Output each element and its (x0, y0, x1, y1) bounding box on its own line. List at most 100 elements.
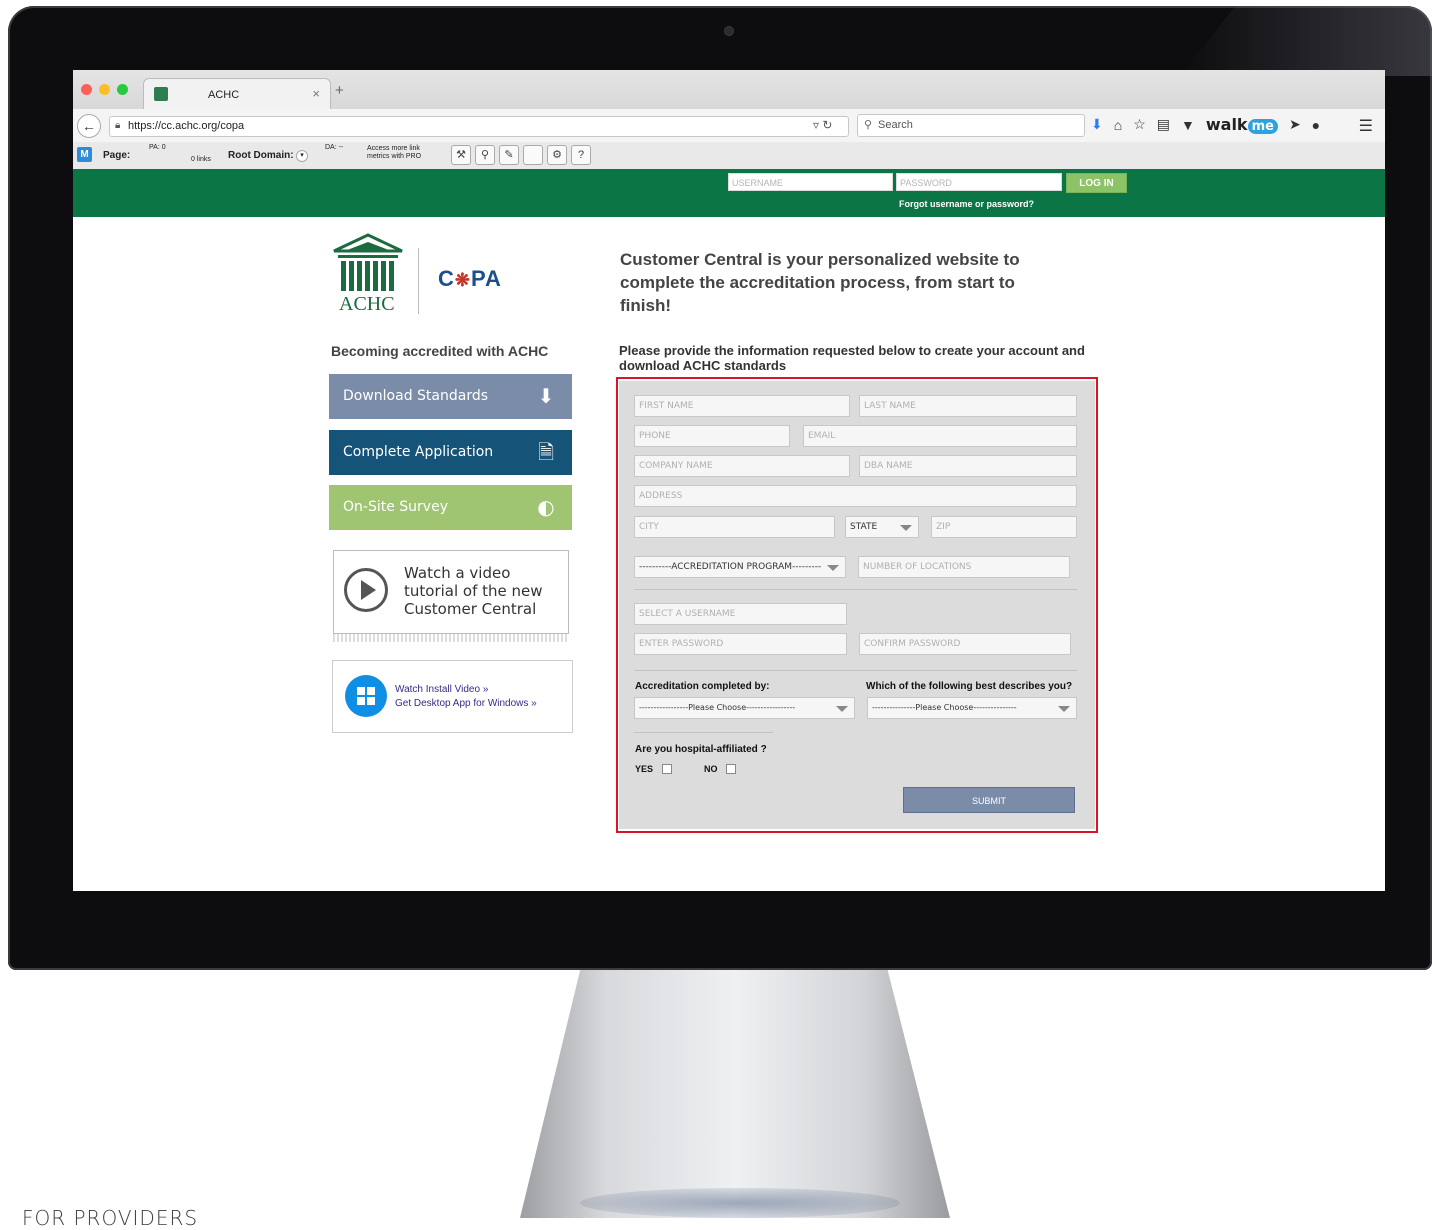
browser-tab-bar: ACHC × + (73, 70, 1385, 110)
magnifier-icon[interactable]: ⚲ (475, 145, 495, 165)
password-field[interactable]: ENTER PASSWORD (634, 633, 847, 655)
forgot-password-link[interactable]: Forgot username or password? (899, 199, 1034, 209)
state-select[interactable]: STATE (845, 516, 919, 538)
zip-field[interactable]: ZIP (931, 516, 1077, 538)
moz-pa-value: PA: 0 (149, 144, 166, 151)
city-field[interactable]: CITY (634, 516, 835, 538)
blank-tool-icon[interactable] (523, 145, 543, 165)
new-tab-button[interactable]: + (335, 82, 344, 99)
send-icon[interactable]: ➤ (1289, 116, 1301, 133)
hamburger-menu-icon[interactable]: ☰ (1359, 116, 1373, 136)
chevron-down-icon[interactable]: ▾ (296, 150, 308, 162)
video-tutorial-card[interactable]: Watch a video tutorial of the new Custom… (333, 550, 569, 634)
achc-logo-text: ACHC (339, 293, 395, 315)
pencil-icon[interactable]: ✎ (499, 145, 519, 165)
site-header: USERNAME PASSWORD LOG IN Forgot username… (73, 169, 1385, 217)
company-name-field[interactable]: COMPANY NAME (634, 455, 850, 477)
browser-toolbar-icons: ⬇ ⌂ ☆ ▤ ▼ walk me ➤ ● (1091, 115, 1320, 134)
install-video-link[interactable]: Watch Install Video » (395, 683, 537, 697)
search-placeholder: Search (878, 119, 913, 131)
stand-shadow (580, 1188, 900, 1218)
no-label: NO (704, 764, 718, 774)
login-button[interactable]: LOG IN (1066, 173, 1127, 193)
desktop-app-link[interactable]: Get Desktop App for Windows » (395, 697, 537, 711)
footer-caption: FOR PROVIDERS (22, 1206, 199, 1230)
confirm-password-field[interactable]: CONFIRM PASSWORD (859, 633, 1071, 655)
tagline: Customer Central is your personalized we… (620, 250, 1020, 315)
browser-search-input[interactable]: ⚲ Search (857, 114, 1085, 137)
reading-list-icon[interactable]: ▤ (1157, 116, 1170, 133)
pocket-icon[interactable]: ▼ (1181, 117, 1195, 133)
complete-application-button[interactable]: Complete Application 🗎︎ (329, 430, 572, 475)
yes-checkbox[interactable] (662, 764, 672, 774)
tab-title: ACHC (208, 89, 240, 101)
tab-achc[interactable]: ACHC × (143, 78, 331, 110)
chevron-down-icon (900, 525, 912, 531)
username-input[interactable]: USERNAME (728, 173, 893, 191)
describes-you-select[interactable]: ---------------Please Choose------------… (867, 697, 1077, 719)
help-icon[interactable]: ? (571, 145, 591, 165)
install-links: Watch Install Video » Get Desktop App fo… (395, 683, 537, 711)
last-name-field[interactable]: LAST NAME (859, 395, 1077, 417)
moz-links-value: 0 links (191, 156, 211, 163)
search-icon: ⚲ (864, 119, 873, 131)
star-icon[interactable]: ☆ (1133, 116, 1146, 133)
back-arrow-icon[interactable]: ← (77, 114, 101, 138)
play-icon (344, 568, 388, 612)
form-divider (634, 732, 773, 733)
address-field[interactable]: ADDRESS (634, 485, 1077, 507)
phone-field[interactable]: PHONE (634, 425, 790, 447)
video-tutorial-text: Watch a video tutorial of the new Custom… (404, 564, 543, 618)
download-standards-button[interactable]: Download Standards ⬇ (329, 374, 572, 419)
chat-icon[interactable]: ● (1312, 117, 1320, 133)
email-field[interactable]: EMAIL (803, 425, 1077, 447)
minimize-window-button[interactable] (99, 84, 110, 95)
address-bar[interactable]: 🔒︎ https://cc.achc.org/copa (109, 116, 849, 137)
copa-dots-icon: ❋ (454, 270, 471, 290)
survey-circle-icon: ◐ (537, 495, 555, 519)
lock-icon: 🔒︎ (115, 120, 121, 131)
username-field[interactable]: SELECT A USERNAME (634, 603, 847, 625)
onsite-survey-button[interactable]: On-Site Survey ◐ (329, 485, 572, 530)
screen: ACHC × + ← 🔒︎ https://cc.achc.org/copa ▿… (73, 70, 1385, 891)
dba-name-field[interactable]: DBA NAME (859, 455, 1077, 477)
home-icon[interactable]: ⌂ (1114, 117, 1122, 133)
no-checkbox[interactable] (726, 764, 736, 774)
url-text: https://cc.achc.org/copa (128, 120, 245, 132)
gear-icon[interactable]: ⚙ (547, 145, 567, 165)
tab-close-icon[interactable]: × (312, 86, 320, 101)
wrench-icon[interactable]: ⚒ (451, 145, 471, 165)
logo-divider (418, 248, 419, 314)
close-window-button[interactable] (81, 84, 92, 95)
moz-toolbar: M Page: PA: 0 0 links Root Domain: ▾ DA:… (73, 142, 1385, 170)
browser-nav-bar: ← 🔒︎ https://cc.achc.org/copa ▿ ↻ ⚲ Sear… (73, 109, 1385, 143)
yes-label: YES (635, 764, 654, 774)
submit-button[interactable]: SUBMIT (903, 787, 1075, 813)
zoom-window-button[interactable] (117, 84, 128, 95)
document-check-icon: 🗎︎ (537, 440, 555, 464)
copa-logo: C❋PA (438, 266, 502, 291)
reload-icon[interactable]: ▿ ↻ (813, 118, 832, 132)
chevron-down-icon (1058, 706, 1070, 712)
form-divider (634, 589, 1077, 590)
install-video-card: Watch Install Video » Get Desktop App fo… (332, 660, 573, 733)
moz-root-domain-label: Root Domain: (228, 150, 294, 161)
left-heading: Becoming accredited with ACHC (331, 343, 549, 359)
form-divider (634, 670, 1077, 671)
completed-by-select[interactable]: -----------------Please Choose----------… (634, 697, 855, 719)
monitor-stand (520, 970, 950, 1218)
hospital-affiliated-label: Are you hospital-affiliated ? (635, 744, 767, 755)
moz-access-text[interactable]: Access more link metrics with PRO (367, 145, 421, 161)
moz-tools: ⚒ ⚲ ✎ ⚙ ? (451, 145, 591, 165)
download-arrow-icon[interactable]: ⬇ (1091, 116, 1103, 133)
camera-icon (725, 27, 733, 35)
walkme-logo[interactable]: walk me (1206, 115, 1278, 134)
download-icon: ⬇ (537, 384, 555, 408)
chevron-down-icon (827, 565, 839, 571)
password-input[interactable]: PASSWORD (896, 173, 1062, 191)
accreditation-program-select[interactable]: ----------ACCREDITATION PROGRAM--------- (634, 556, 846, 578)
favicon-icon (154, 87, 168, 101)
moz-logo-icon[interactable]: M (77, 147, 92, 162)
first-name-field[interactable]: FIRST NAME (634, 395, 850, 417)
number-of-locations-field[interactable]: NUMBER OF LOCATIONS (858, 556, 1070, 578)
